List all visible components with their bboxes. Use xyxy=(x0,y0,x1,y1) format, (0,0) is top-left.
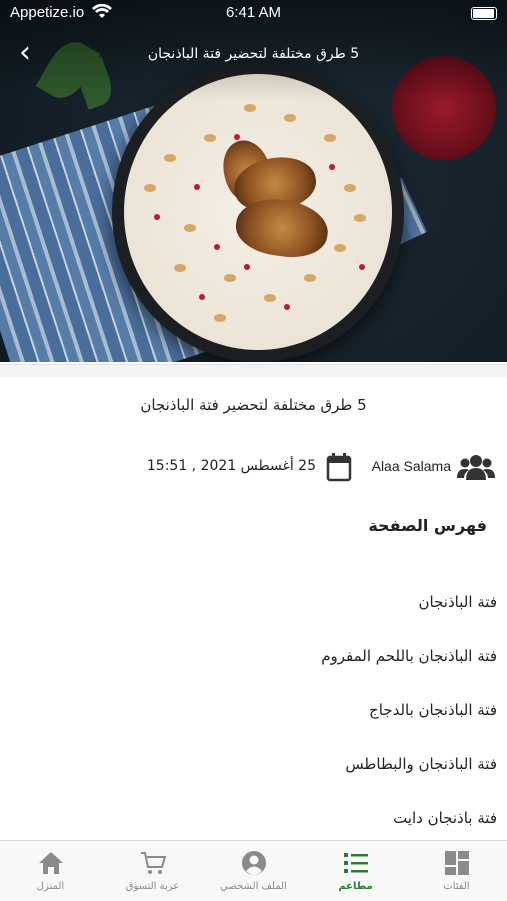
grid-icon xyxy=(444,851,469,875)
status-bar: Appetize.io 6:41 AM xyxy=(0,0,507,26)
clock: 6:41 AM xyxy=(225,4,282,21)
toc-list: فتة الباذنجان فتة الباذنجان باللحم المفر… xyxy=(17,590,497,860)
tab-label: عربة التسوق xyxy=(125,881,180,892)
tab-label: المنزل xyxy=(36,881,65,892)
tab-restaurants[interactable]: مطاعم xyxy=(305,841,406,901)
list-icon xyxy=(343,853,368,873)
section-divider xyxy=(0,364,507,377)
tab-bar: الفئات مطاعم الملف الشخصي عربة التسوق ال… xyxy=(0,840,507,901)
tab-categories[interactable]: الفئات xyxy=(406,841,507,901)
fatteh-dish xyxy=(124,74,392,350)
toc-item[interactable]: فتة الباذنجان باللحم المفروم xyxy=(17,644,497,698)
back-button[interactable]: ‹ xyxy=(10,36,40,70)
toc-item[interactable]: فتة الباذنجان xyxy=(17,590,497,644)
users-icon xyxy=(457,455,495,480)
author-name: Alaa Salama xyxy=(371,458,451,474)
cart-icon xyxy=(140,852,166,874)
toc-heading: فهرس الصفحة xyxy=(368,516,487,535)
tab-cart[interactable]: عربة التسوق xyxy=(102,841,203,901)
nav-title: 5 طرق مختلفة لتحضير فتة الباذنجان xyxy=(147,46,360,62)
profile-icon xyxy=(241,851,266,875)
calendar-icon xyxy=(326,453,352,482)
toc-item[interactable]: فتة الباذنجان بالدجاج xyxy=(17,698,497,752)
tab-profile[interactable]: الملف الشخصي xyxy=(203,841,304,901)
article-title: 5 طرق مختلفة لتحضير فتة الباذنجان xyxy=(140,396,367,414)
tab-label: الفئات xyxy=(443,881,470,892)
chevron-left-icon: ‹ xyxy=(19,35,31,70)
tab-label: مطاعم xyxy=(338,881,373,892)
tab-home[interactable]: المنزل xyxy=(0,841,101,901)
home-icon xyxy=(38,852,63,874)
publish-date: 25 أغسطس 2021 , 15:51 xyxy=(146,458,316,474)
article-meta: Alaa Salama 25 أغسطس 2021 , 15:51 xyxy=(0,452,507,484)
tab-label: الملف الشخصي xyxy=(220,881,287,892)
battery-icon xyxy=(471,7,497,20)
toc-item[interactable]: فتة الباذنجان والبطاطس xyxy=(17,752,497,806)
